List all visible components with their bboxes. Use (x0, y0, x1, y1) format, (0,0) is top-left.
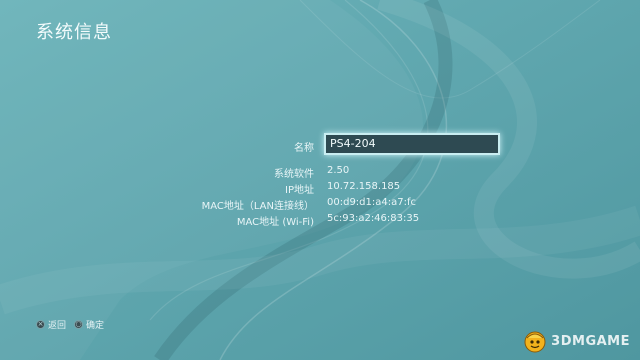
system-info-panel: 名称 PS4-204 系统软件 2.50 IP地址 10.72.158.185 … (0, 0, 640, 360)
mac-wifi-value: 5c:93:a2:46:83:35 (327, 213, 420, 224)
system-software-value: 2.50 (327, 165, 350, 176)
circle-button-icon: ○ (74, 320, 84, 329)
watermark: 3DMGAME (522, 328, 630, 354)
watermark-logo-icon (524, 331, 546, 353)
system-software-label: 系统软件 (274, 169, 314, 180)
mac-lan-label: MAC地址（LAN连接线） (201, 201, 314, 212)
confirm-control[interactable]: ○ 确定 (74, 318, 104, 331)
confirm-label: 确定 (86, 321, 105, 331)
ip-address-value: 10.72.158.185 (327, 181, 401, 192)
back-label: 返回 (48, 321, 67, 331)
cross-button-icon: × (36, 320, 45, 329)
ip-address-label: IP地址 (285, 185, 314, 196)
back-control[interactable]: × 返回 (36, 318, 66, 331)
mac-lan-value: 00:d9:d1:a4:a7:fc (327, 197, 416, 208)
watermark-text: 3DMGAME (551, 333, 630, 349)
footer-controls: × 返回 ○ 确定 (36, 318, 112, 331)
name-field[interactable]: PS4-204 (324, 133, 500, 155)
name-label: 名称 (294, 143, 314, 154)
mac-wifi-label: MAC地址 (Wi-Fi) (236, 217, 314, 228)
